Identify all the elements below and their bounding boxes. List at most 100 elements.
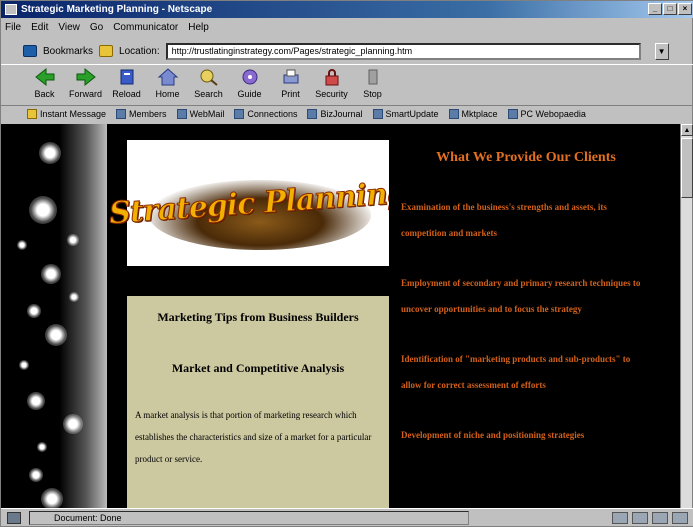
bookmark-folder-icon [448, 109, 459, 119]
back-button[interactable]: Back [25, 65, 64, 103]
scroll-up-button[interactable]: ▲ [681, 124, 693, 136]
stop-label: Stop [363, 89, 382, 99]
scroll-thumb[interactable] [681, 138, 693, 198]
print-icon [283, 69, 298, 84]
composer-component-icon[interactable] [672, 511, 688, 524]
netscape-app-icon [5, 4, 17, 15]
star [19, 360, 29, 370]
vertical-scrollbar[interactable]: ▲ [680, 124, 693, 510]
security-label: Security [315, 89, 348, 99]
page-content: Strategic Planning Marketing Tips from B… [1, 124, 682, 510]
location-toolbar: Bookmarks Location: http://trustlatingin… [1, 39, 693, 63]
navigator-component-icon[interactable] [612, 511, 628, 524]
starfield-decoration [1, 124, 107, 510]
reload-button[interactable]: Reload [107, 65, 146, 103]
pbar-mktplace[interactable]: Mktplace [448, 109, 498, 119]
service-item: Identification of "marketing products an… [401, 354, 631, 390]
pbar-bizjournal[interactable]: BizJournal [307, 109, 363, 119]
tips-body: A market analysis is that portion of mar… [135, 410, 372, 464]
maximize-button[interactable]: □ [663, 3, 677, 15]
bookmark-folder-icon [372, 109, 383, 119]
star [45, 324, 67, 346]
star [29, 468, 43, 482]
menu-go[interactable]: Go [90, 22, 103, 33]
guide-label: Guide [237, 89, 262, 99]
url-input[interactable]: http://trustlatinginstrategy.com/Pages/s… [165, 42, 641, 60]
bookmark-folder-icon [176, 109, 187, 119]
menu-edit[interactable]: Edit [31, 22, 48, 33]
pbar-webmail[interactable]: WebMail [176, 109, 225, 119]
security-button[interactable]: Security [312, 65, 351, 103]
search-button[interactable]: Search [189, 65, 228, 103]
bookmark-folder-icon [507, 109, 518, 119]
guide-button[interactable]: Guide [230, 65, 269, 103]
star [29, 196, 57, 224]
search-label: Search [194, 89, 223, 99]
location-label: Location: [119, 45, 160, 57]
security-lock-icon [325, 69, 338, 86]
star [27, 392, 45, 410]
pbar-label: Mktplace [461, 109, 498, 119]
marketing-tips-panel: Marketing Tips from Business Builders Ma… [127, 296, 389, 510]
back-arrow-icon [34, 67, 54, 87]
page-area: Strategic Planning Marketing Tips from B… [107, 124, 682, 510]
bookmark-folder-icon [307, 109, 318, 119]
pbar-label: Members [129, 109, 167, 119]
pbar-label: WebMail [189, 109, 225, 119]
stop-icon [368, 69, 377, 85]
pbar-label: BizJournal [320, 109, 363, 119]
mail-component-icon[interactable] [632, 511, 648, 524]
bookmarks-button[interactable]: Bookmarks [43, 46, 93, 57]
browser-window: Strategic Marketing Planning - Netscape … [0, 0, 693, 527]
pbar-members[interactable]: Members [116, 109, 167, 119]
forward-button[interactable]: Forward [66, 65, 105, 103]
personal-toolbar: Instant Message Members WebMail Connecti… [1, 105, 693, 122]
pbar-smartupdate[interactable]: SmartUpdate [372, 109, 439, 119]
security-status-icon[interactable] [7, 511, 21, 524]
close-button[interactable]: × [678, 3, 692, 15]
pbar-label: Instant Message [40, 109, 107, 119]
stop-button[interactable]: Stop [353, 65, 392, 103]
search-icon [200, 69, 218, 86]
services-title: What We Provide Our Clients [436, 150, 616, 165]
window-title: Strategic Marketing Planning - Netscape [21, 4, 213, 15]
menu-communicator[interactable]: Communicator [113, 22, 178, 33]
tips-subheading: Market and Competitive Analysis [171, 361, 345, 375]
back-label: Back [34, 89, 55, 99]
pbar-instant-message[interactable]: Instant Message [27, 109, 106, 119]
status-text: Document: Done [29, 510, 469, 525]
menu-view[interactable]: View [58, 22, 80, 33]
strategic-planning-logo: Strategic Planning [108, 140, 408, 266]
guide-icon [242, 69, 257, 85]
star [69, 292, 79, 302]
component-bar [612, 511, 688, 524]
star [37, 442, 47, 452]
bookmarks-icon [23, 45, 37, 57]
pbar-label: SmartUpdate [385, 109, 439, 119]
star [39, 142, 61, 164]
service-item: Examination of the business's strengths … [401, 202, 607, 238]
pbar-connections[interactable]: Connections [234, 109, 297, 119]
location-icon [99, 45, 114, 57]
bookmark-folder-icon [234, 109, 245, 119]
title-bar[interactable]: Strategic Marketing Planning - Netscape … [1, 1, 693, 18]
navigation-toolbar: Back Forward Reload Home Search Guide Pr… [1, 64, 693, 104]
status-bar: Document: Done [1, 508, 693, 526]
minimize-button[interactable]: _ [648, 3, 662, 15]
instant-message-icon [27, 109, 37, 119]
discussion-component-icon[interactable] [652, 511, 668, 524]
home-label: Home [155, 89, 180, 99]
home-button[interactable]: Home [148, 65, 187, 103]
reload-icon [120, 69, 133, 85]
menu-file[interactable]: File [5, 22, 21, 33]
star [41, 264, 61, 284]
star [17, 240, 27, 250]
url-dropdown-button[interactable]: ▼ [654, 42, 669, 60]
star [41, 488, 63, 510]
services-panel: What We Provide Our Clients Examination … [395, 140, 657, 510]
print-button[interactable]: Print [271, 65, 310, 103]
menu-help[interactable]: Help [188, 22, 209, 33]
print-label: Print [281, 89, 300, 99]
pbar-pc-webopaedia[interactable]: PC Webopaedia [507, 109, 586, 119]
menu-bar: File Edit View Go Communicator Help [1, 19, 693, 35]
